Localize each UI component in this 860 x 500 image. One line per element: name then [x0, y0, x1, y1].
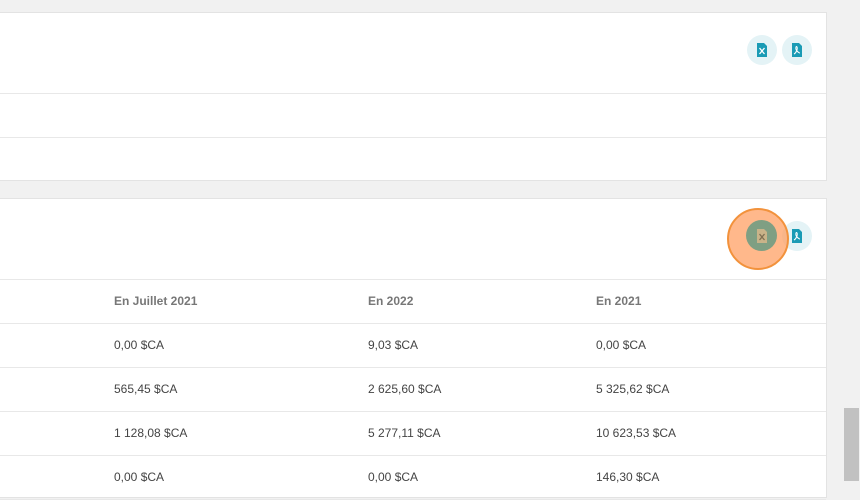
table-cell: 1 128,08 $CA — [114, 426, 188, 440]
table-row — [0, 138, 826, 181]
top-report-card — [0, 12, 827, 181]
table-cell: 565,45 $CA — [114, 382, 178, 396]
pdf-file-icon — [792, 229, 802, 243]
table-cell: 5 325,62 $CA — [596, 382, 670, 396]
table-cell: 0,00 $CA — [114, 470, 165, 484]
column-header: En Juillet 2021 — [114, 294, 198, 308]
bottom-report-card: En Juillet 2021 En 2022 En 2021 0,00 $CA… — [0, 198, 827, 500]
table-cell: 5 277,11 $CA — [368, 426, 441, 440]
export-excel-button-highlighted[interactable] — [746, 220, 777, 251]
table-row: 0,00 $CA 0,00 $CA 146,30 $CA — [0, 456, 826, 500]
table-row: 565,45 $CA 2 625,60 $CA 5 325,62 $CA — [0, 368, 826, 412]
table-cell: 0,00 $CA — [596, 338, 647, 352]
excel-file-icon — [756, 228, 767, 243]
table-header-row: En Juillet 2021 En 2022 En 2021 — [0, 280, 826, 324]
table-cell: 9,03 $CA — [368, 338, 419, 352]
bottom-card-header — [0, 199, 826, 280]
table-row — [0, 94, 826, 138]
export-pdf-button[interactable] — [782, 35, 812, 65]
table-row: 1 128,08 $CA 5 277,11 $CA 10 623,53 $CA — [0, 412, 826, 456]
table-row: 0,00 $CA 9,03 $CA 0,00 $CA — [0, 324, 826, 368]
table-cell: 146,30 $CA — [596, 470, 660, 484]
pdf-file-icon — [792, 43, 802, 57]
table-cell: 0,00 $CA — [114, 338, 165, 352]
excel-file-icon — [757, 43, 767, 57]
table-cell: 0,00 $CA — [368, 470, 419, 484]
table-cell: 2 625,60 $CA — [368, 382, 442, 396]
top-card-header — [0, 13, 826, 94]
column-header: En 2021 — [596, 294, 642, 308]
table-cell: 10 623,53 $CA — [596, 426, 677, 440]
vertical-scrollbar[interactable] — [844, 408, 859, 481]
export-excel-button[interactable] — [747, 35, 777, 65]
column-header: En 2022 — [368, 294, 414, 308]
